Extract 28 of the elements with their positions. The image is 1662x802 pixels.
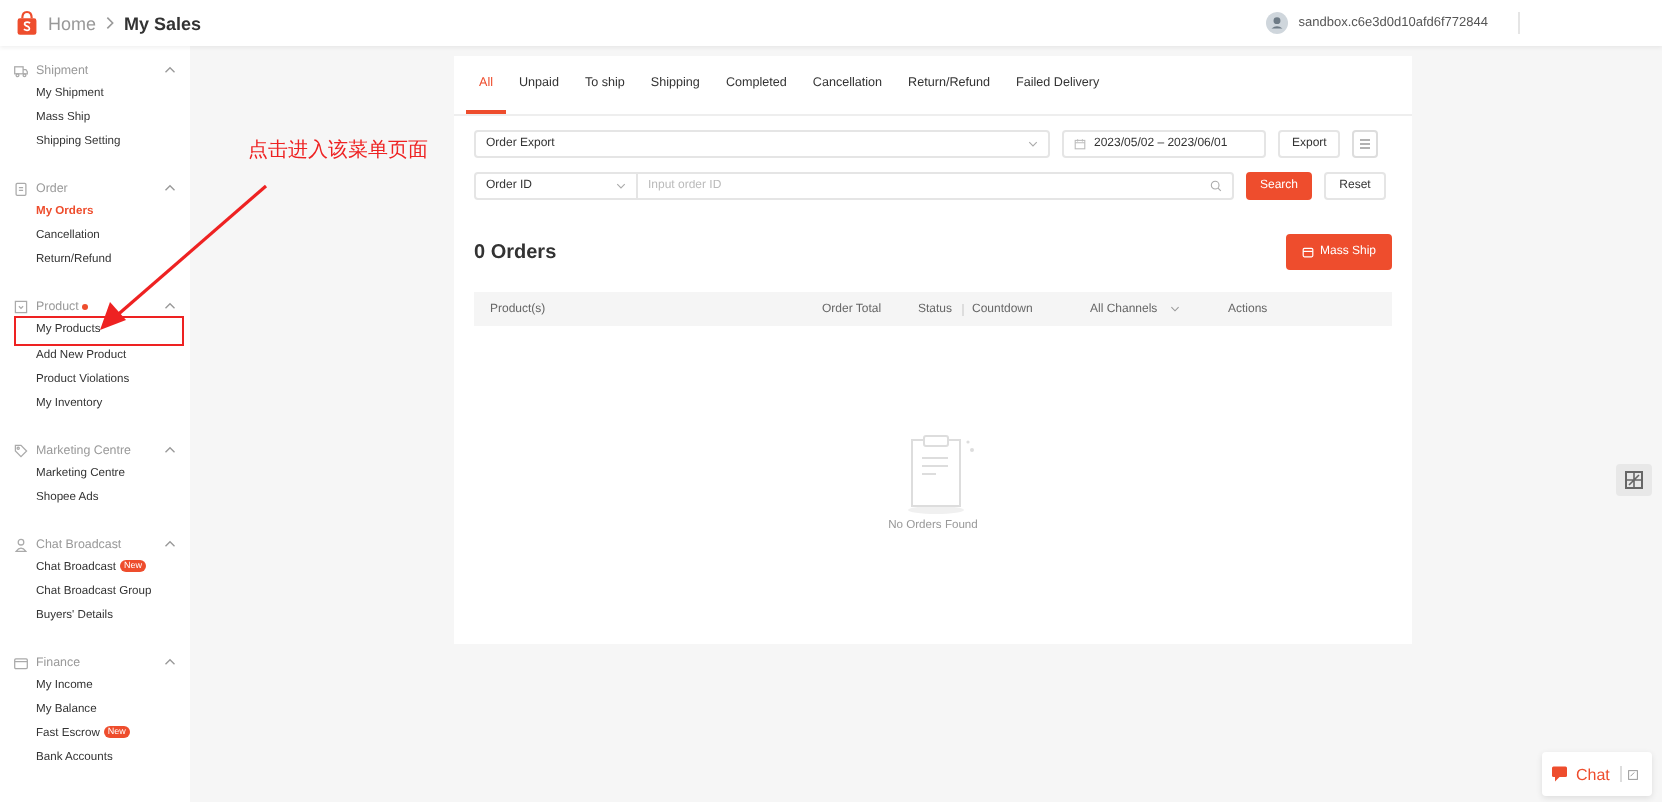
calendar-icon: [1301, 246, 1314, 258]
clipboard-icon: [14, 181, 28, 195]
tag-icon: [14, 443, 28, 457]
calendar-icon: [1074, 138, 1086, 150]
chevron-icon[interactable]: [164, 446, 176, 454]
chevron-icon[interactable]: [164, 302, 176, 310]
avatar-icon[interactable]: [1266, 12, 1289, 34]
orders-count: 0 Orders: [474, 241, 557, 263]
minimize-icon[interactable]: [1627, 769, 1638, 779]
box-icon: [14, 299, 28, 313]
shopping-bag-logo-icon[interactable]: [16, 10, 38, 36]
chevron-icon[interactable]: [164, 540, 176, 548]
search-icon[interactable]: [1210, 180, 1222, 192]
wallet-icon: [14, 655, 28, 669]
chevron-down-icon: [616, 182, 626, 190]
grid-icon[interactable]: [1616, 464, 1652, 496]
list-icon[interactable]: [1352, 130, 1379, 158]
chevron-down-icon: [1028, 140, 1038, 148]
chevron-down-icon: [1169, 306, 1180, 312]
chevron-icon[interactable]: [164, 658, 176, 666]
annotation-text: 点击进入该菜单页面: [248, 137, 428, 164]
person-icon: [14, 537, 28, 551]
chat-button[interactable]: Chat: [1542, 752, 1652, 796]
chevron-icon[interactable]: [164, 184, 176, 192]
chat-bubble-icon: [1552, 766, 1570, 782]
truck-icon: [14, 63, 28, 77]
chevron-icon[interactable]: [164, 66, 176, 74]
chevron-right-icon: [106, 16, 115, 30]
